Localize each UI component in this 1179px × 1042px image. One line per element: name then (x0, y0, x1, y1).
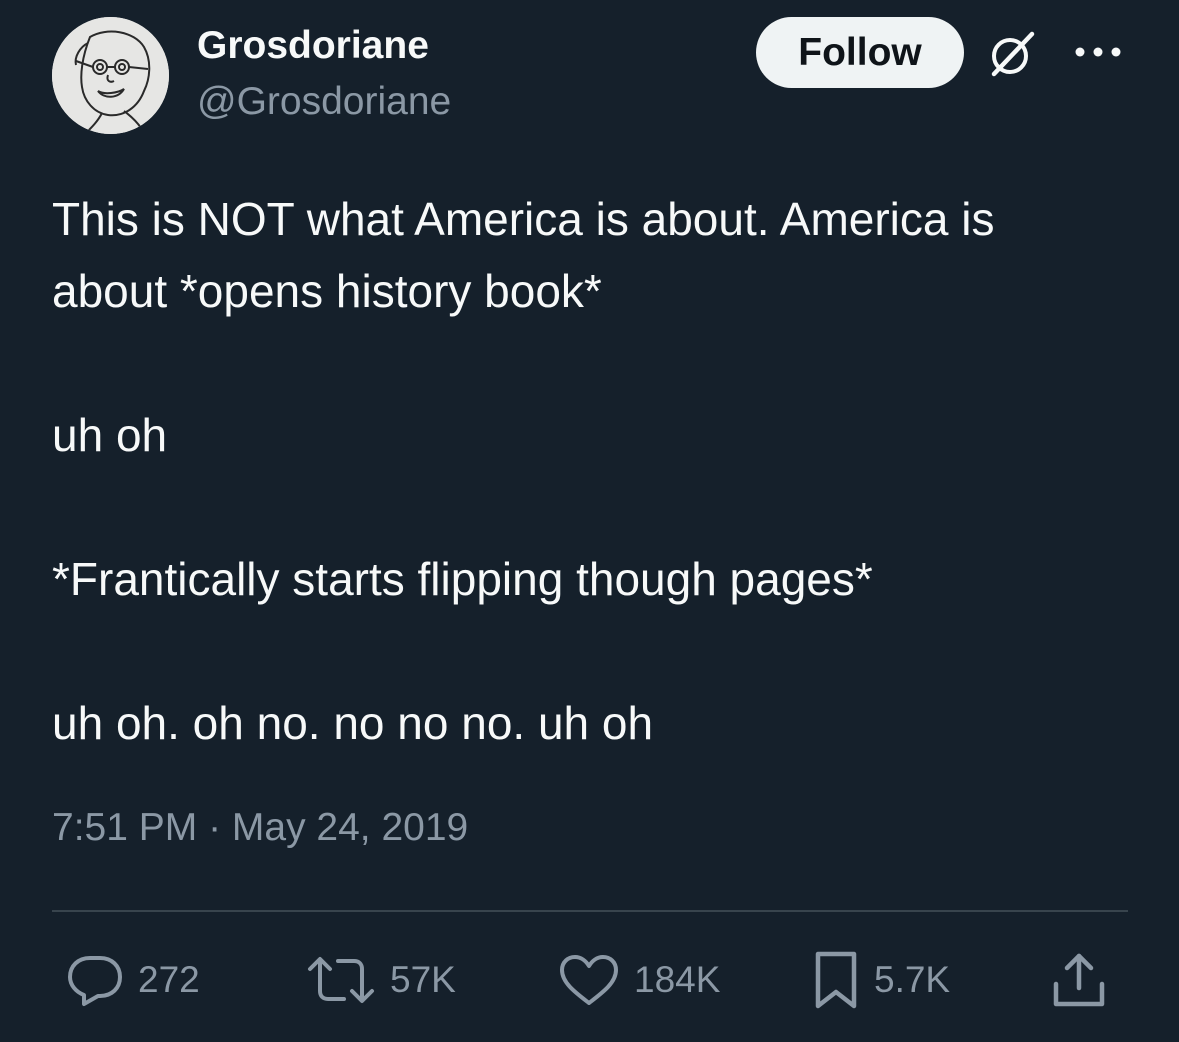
bookmark-count: 5.7K (874, 959, 951, 1000)
repost-button[interactable]: 57K (306, 950, 456, 1010)
reply-icon (68, 956, 122, 1006)
share-icon (1053, 953, 1105, 1007)
like-button[interactable]: 184K (558, 950, 720, 1010)
divider (52, 910, 1128, 912)
bookmark-button[interactable]: 5.7K (812, 950, 950, 1010)
bookmark-icon (815, 951, 857, 1009)
avatar-drawing-icon (52, 17, 169, 134)
reply-button[interactable]: 272 (66, 950, 200, 1010)
tweet-page: Grosdoriane @Grosdoriane Follow This is … (0, 0, 1179, 1042)
tweet-timestamp[interactable]: 7:51 PM · May 24, 2019 (52, 806, 468, 850)
author-handle[interactable]: @Grosdoriane (197, 80, 451, 124)
repost-count: 57K (390, 959, 456, 1000)
grok-icon[interactable] (986, 28, 1038, 80)
like-count: 184K (634, 959, 721, 1000)
repost-icon (308, 957, 374, 1003)
heart-icon (560, 955, 618, 1005)
share-button[interactable] (1050, 950, 1108, 1010)
author-display-name[interactable]: Grosdoriane (197, 24, 429, 68)
reply-count: 272 (138, 959, 200, 1000)
more-options-icon[interactable] (1070, 40, 1126, 64)
follow-button[interactable]: Follow (756, 17, 964, 88)
avatar[interactable] (52, 17, 169, 134)
tweet-text: This is NOT what America is about. Ameri… (52, 193, 995, 749)
